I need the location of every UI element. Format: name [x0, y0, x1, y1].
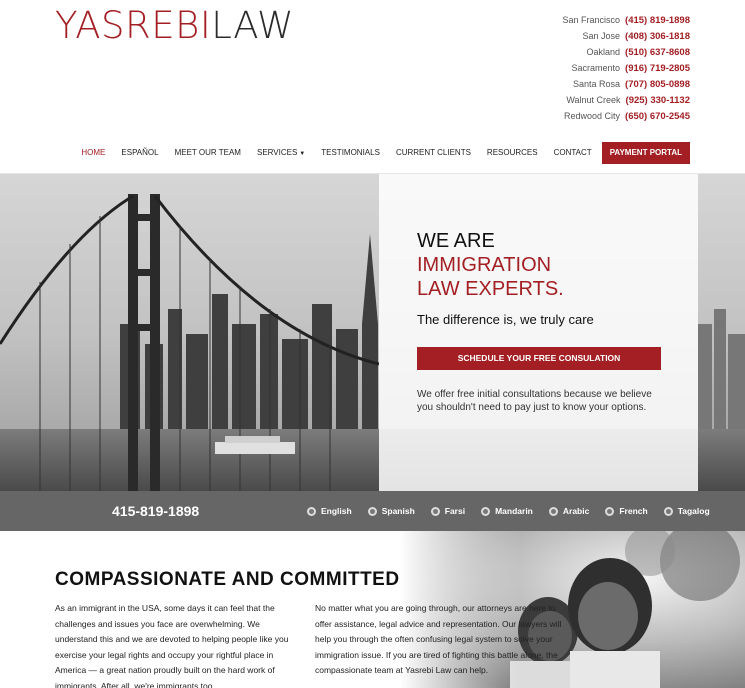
section-heading: COMPASSIONATE AND COMMITTED: [55, 569, 400, 590]
office-item: San Francisco (415) 819-1898: [563, 12, 691, 28]
schedule-consultation-button[interactable]: SCHEDULE YOUR FREE CONSULATION: [417, 347, 661, 370]
office-list: San Francisco (415) 819-1898 San Jose (408…: [563, 12, 691, 124]
caret-down-icon: ▼: [299, 151, 306, 157]
logo[interactable]: YASREBILAW: [55, 4, 294, 48]
hero-description: We offer free initial consultations beca…: [417, 389, 652, 413]
hero-heading-line-2: IMMIGRATION: [417, 254, 552, 276]
language-farsi[interactable]: Farsi: [430, 506, 466, 516]
language-label: Arabic: [562, 506, 590, 516]
bullet-icon: [481, 506, 491, 516]
language-label: Farsi: [444, 506, 466, 516]
language-label: Spanish: [381, 506, 415, 516]
nav-testimonials[interactable]: TESTIMONIALS: [313, 142, 388, 164]
language-english[interactable]: English: [307, 506, 352, 516]
hero-text-panel: [379, 174, 698, 491]
nav-services-label: SERVICES: [256, 148, 298, 157]
bullet-icon: [663, 506, 673, 516]
office-phone-link[interactable]: (408) 306-1818: [625, 31, 690, 42]
office-city: Oakland: [586, 47, 621, 57]
nav-contact[interactable]: CONTACT: [546, 142, 600, 164]
bullet-icon: [605, 506, 615, 516]
language-spanish[interactable]: Spanish: [367, 506, 415, 516]
office-phone-link[interactable]: (510) 637-8608: [625, 47, 690, 58]
office-city: Walnut Creek: [566, 95, 621, 105]
hero-section: WE ARE IMMIGRATION LAW EXPERTS. The diff…: [0, 174, 745, 491]
language-list: English Spanish Farsi Mandarin Arabic Fr…: [307, 491, 726, 531]
language-mandarin[interactable]: Mandarin: [481, 506, 533, 516]
language-label: Tagalog: [677, 506, 710, 516]
bullet-icon: [548, 506, 558, 516]
compassionate-section: COMPASSIONATE AND COMMITTED As an immigr…: [0, 531, 745, 688]
nav-home[interactable]: HOME: [73, 142, 113, 164]
nav-resources[interactable]: RESOURCES: [479, 142, 546, 164]
logo-part-1: YASREBI: [55, 4, 212, 47]
office-phone-link[interactable]: (925) 330-1132: [626, 95, 690, 106]
language-french[interactable]: French: [605, 506, 648, 516]
nav-meet-our-team[interactable]: MEET OUR TEAM: [167, 142, 249, 164]
bullet-icon: [367, 506, 377, 516]
language-label: English: [321, 506, 352, 516]
office-item: Oakland (510) 637-8608: [563, 44, 691, 60]
bullet-icon: [430, 506, 440, 516]
hero-tagline: The difference is, we truly care: [417, 312, 594, 327]
nav-services[interactable]: SERVICES ▼: [249, 142, 313, 164]
office-phone-link[interactable]: (707) 805-0898: [625, 79, 690, 90]
office-city: Redwood City: [564, 111, 621, 121]
language-arabic[interactable]: Arabic: [548, 506, 590, 516]
office-item: Walnut Creek (925) 330-1132: [563, 92, 690, 108]
office-item: Redwood City (650) 670-2545: [563, 108, 690, 124]
office-item: San Jose (408) 306-1818: [563, 28, 691, 44]
logo-part-2: LAW: [211, 4, 295, 47]
main-nav: HOME ESPAÑOL MEET OUR TEAM SERVICES ▼ TES…: [73, 142, 690, 164]
section-column-1: As an immigrant in the USA, some days it…: [55, 603, 289, 688]
hero-heading-line-1: WE ARE: [417, 230, 495, 252]
site-header: YASREBILAW San Francisco (415) 819-1898 S…: [0, 0, 745, 174]
main-phone-link[interactable]: 415-819-1898: [112, 491, 199, 531]
office-city: San Jose: [582, 31, 621, 41]
language-label: Mandarin: [495, 506, 533, 516]
nav-current-clients[interactable]: CURRENT CLIENTS: [388, 142, 479, 164]
language-tagalog[interactable]: Tagalog: [663, 506, 710, 516]
office-phone-link[interactable]: (650) 670-2545: [625, 111, 690, 122]
hero-heading: WE ARE IMMIGRATION LAW EXPERTS.: [417, 229, 564, 301]
bullet-icon: [307, 506, 316, 516]
office-item: Sacramento (916) 719-2805: [563, 60, 691, 76]
payment-portal-button[interactable]: PAYMENT PORTAL: [601, 142, 690, 164]
office-phone-link[interactable]: (916) 719-2805: [625, 63, 690, 74]
office-city: San Francisco: [562, 15, 621, 25]
office-city: Santa Rosa: [573, 79, 621, 89]
hero-heading-line-3: LAW EXPERTS.: [417, 278, 564, 300]
nav-espanol[interactable]: ESPAÑOL: [113, 142, 166, 164]
language-label: French: [619, 506, 648, 516]
section-column-2: No matter what you are going through, ou…: [315, 603, 562, 675]
office-city: Sacramento: [571, 63, 621, 73]
contact-language-bar: 415-819-1898 English Spanish Farsi Manda…: [0, 491, 745, 531]
office-phone-link[interactable]: (415) 819-1898: [625, 15, 690, 26]
office-item: Santa Rosa (707) 805-0898: [563, 76, 690, 92]
